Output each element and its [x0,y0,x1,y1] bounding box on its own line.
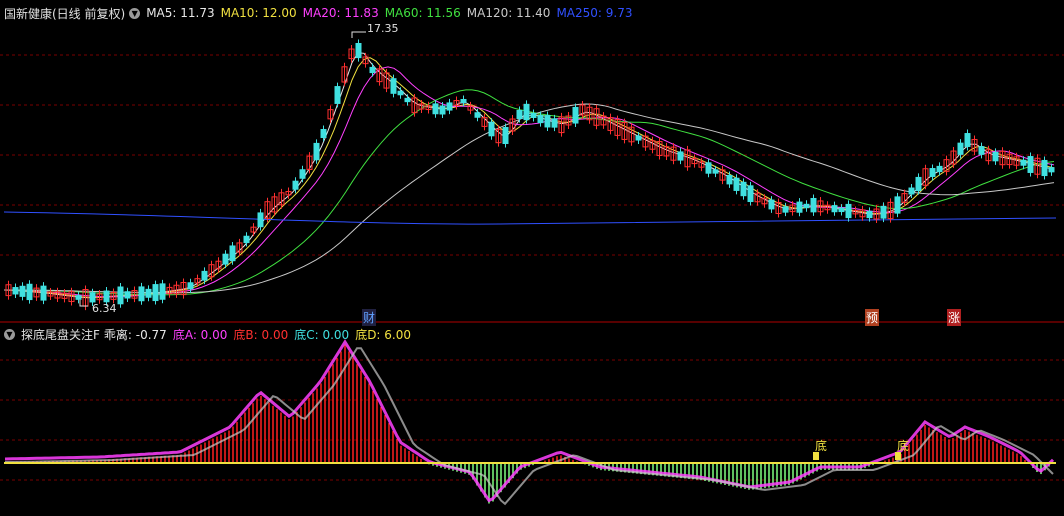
candle-body [957,142,964,155]
candle-body [831,205,838,213]
candle-body [40,285,47,301]
candle-body [894,196,901,214]
candle-body [229,245,236,262]
candle-body [936,165,943,173]
candle-body [572,106,579,124]
candle-body [369,66,376,74]
candle-body [544,115,551,128]
ma-line [4,89,1055,296]
candle-body [705,162,712,174]
candle-body [19,285,26,297]
bottom-signal: 底 [815,439,828,453]
candle-body [845,203,852,219]
candle-body [740,181,747,197]
candle-body [929,168,936,177]
candle-body [880,205,887,219]
candle-body [292,180,299,190]
candle-body [75,295,82,300]
candle-body [488,121,495,137]
ma-line [4,66,1055,298]
candle-body [803,203,810,209]
candle-body [523,103,530,121]
candle-body [320,128,327,139]
candle-body [12,287,19,295]
candle-body [222,253,229,265]
ma250-line [3,211,1057,225]
grid-lines [0,54,1064,481]
candle-body [313,142,320,161]
candle-body [712,169,719,174]
candle-body [1041,159,1048,177]
candle-body [187,282,194,290]
candle-body [390,78,397,94]
candle-body [530,113,537,118]
candle-body [397,90,404,96]
candle-body [1020,159,1027,166]
candle-body [124,291,131,299]
candle-body [964,133,971,147]
candle-body [355,43,362,59]
candle-body [460,98,467,104]
candle-body [1027,156,1034,173]
candle-body [516,109,523,120]
candle-body [152,284,159,302]
candle-body [145,288,152,298]
low-price-label: 6.34 [92,302,117,315]
candle-body [446,102,453,111]
candle-body [439,105,446,115]
ma-line [3,57,1055,298]
candle-body [726,174,733,185]
bottom-signal: 底 [897,439,910,453]
candle-body [782,206,789,213]
candle-body [159,283,166,300]
candle-body [26,283,33,301]
candle-body [89,292,96,303]
candle-body [1048,167,1055,173]
candle-body [677,151,684,161]
candle-body [733,177,740,191]
candle-body [796,201,803,213]
candle-body [992,151,999,162]
candle-body [257,212,264,228]
candle-body [915,176,922,192]
candle-body [299,169,306,179]
candle-body [334,86,341,104]
event-marker-finance[interactable]: 财 [362,309,377,326]
candle-body [117,286,124,305]
high-pointer [351,31,366,38]
candle-body [537,114,544,124]
candle-body [103,290,110,303]
candlesticks [5,39,1055,311]
event-marker-rise[interactable]: 涨 [947,309,962,326]
candle-body [866,210,873,219]
candle-body [138,286,145,302]
candle-body [432,103,439,115]
candle-body [474,112,481,118]
moving-average-lines [3,52,1057,299]
candle-body [810,197,817,213]
candle-body [838,207,845,213]
high-price-label: 17.35 [367,22,399,35]
low-pointer [79,300,88,307]
candle-body [502,126,509,145]
candle-body [551,118,558,128]
ma-line [3,52,1055,299]
candle-body [404,97,411,103]
candle-body [978,146,985,155]
event-marker-forecast[interactable]: 预 [865,309,880,326]
candle-body [768,199,775,210]
candle-body [243,235,250,244]
candle-body [908,187,915,195]
candle-body [747,185,754,203]
candle-body [635,135,642,141]
candle-body [201,270,208,281]
